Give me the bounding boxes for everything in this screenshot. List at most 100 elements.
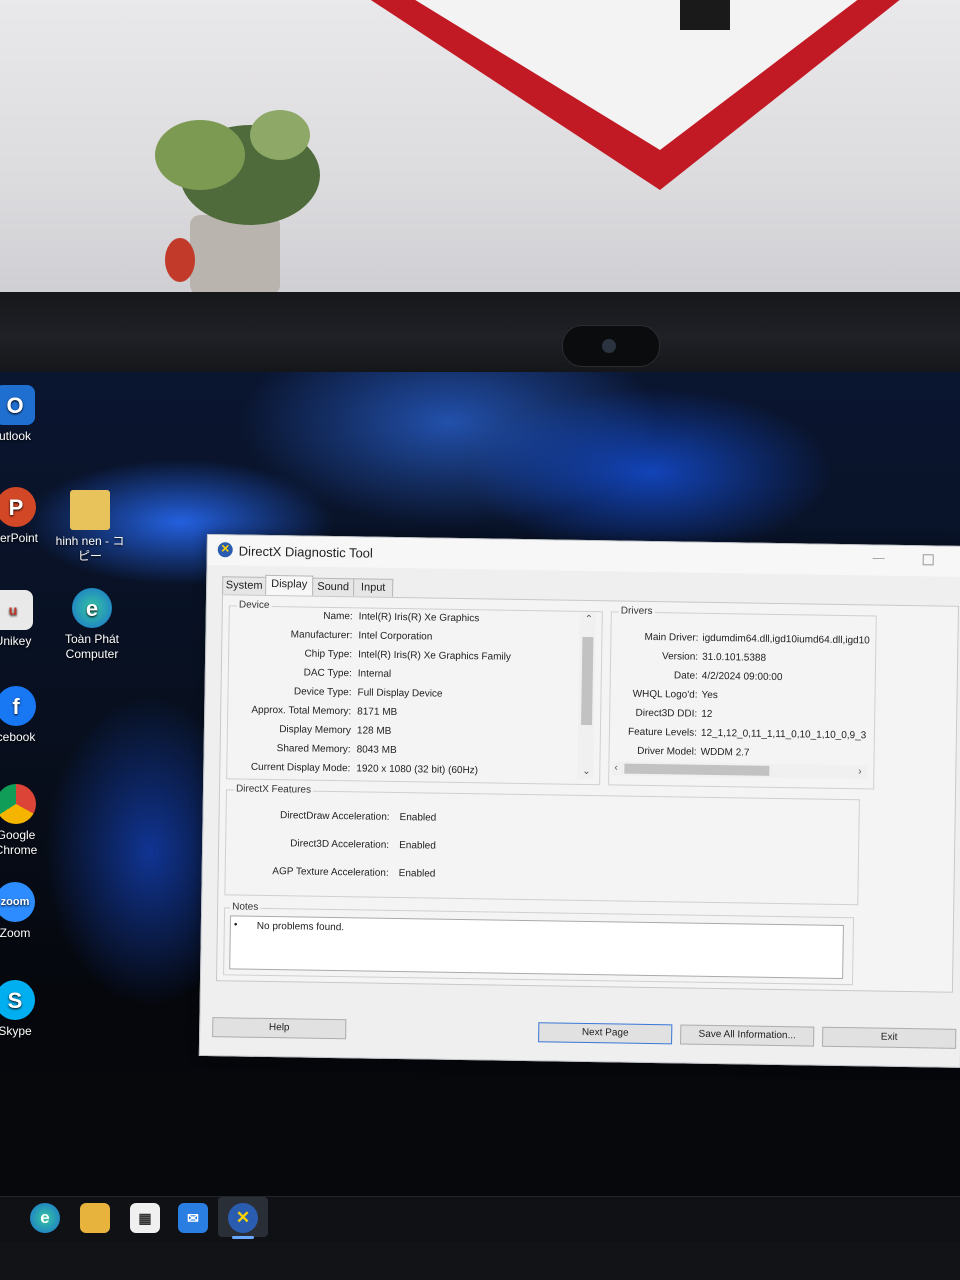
skype-icon: S	[0, 980, 35, 1020]
driver-value: 4/2/2024 09:00:00	[701, 670, 783, 684]
device-value: 1920 x 1080 (32 bit) (60Hz)	[356, 763, 479, 777]
edge-shortcut-icon: e	[72, 588, 112, 628]
display-tab-panel: Device Name: Intel(R) Iris(R) Xe Graphic…	[215, 594, 959, 993]
desktop-icon-zoom[interactable]: zoom Zoom	[0, 882, 42, 941]
notes-textbox[interactable]: • No problems found.	[229, 915, 844, 980]
scroll-down-icon[interactable]: ⌄	[582, 766, 591, 777]
device-value: 8043 MB	[356, 744, 397, 757]
wall-sign	[370, 0, 900, 190]
bullet-icon: •	[233, 919, 238, 931]
directx-taskbar-icon[interactable]: ✕	[228, 1203, 258, 1233]
feature-value: Enabled	[398, 868, 436, 880]
device-value: 8171 MB	[357, 706, 398, 719]
tab-sound[interactable]: Sound	[312, 577, 355, 597]
driver-key: Direct3D DDI:	[635, 707, 698, 720]
window-title: DirectX Diagnostic Tool	[238, 543, 373, 561]
help-button[interactable]: Help	[212, 1017, 347, 1040]
feature-key: DirectDraw Acceleration:	[280, 810, 390, 823]
feature-value: Enabled	[399, 812, 437, 824]
webcam-lens	[602, 339, 616, 353]
desktop-icon-outlook[interactable]: O utlook	[0, 385, 40, 444]
facebook-icon: f	[0, 686, 36, 726]
driver-value: 12	[701, 708, 713, 720]
scroll-left-icon[interactable]: ‹	[614, 762, 618, 773]
device-key: Chip Type:	[304, 648, 353, 661]
features-list: DirectDraw Acceleration: Enabled Direct3…	[223, 595, 958, 879]
device-value: 128 MB	[356, 725, 392, 737]
device-key: Shared Memory:	[276, 743, 351, 756]
driver-key: Version:	[661, 651, 699, 663]
tab-display[interactable]: Display	[265, 574, 314, 596]
edge-taskbar-icon[interactable]: e	[30, 1203, 60, 1233]
desktop-icon-label: Skype	[0, 1024, 32, 1038]
device-value: Intel(R) Iris(R) Xe Graphics	[358, 611, 480, 625]
tab-input[interactable]: Input	[353, 578, 394, 597]
minimize-icon[interactable]: —	[873, 550, 885, 564]
device-key: Approx. Total Memory:	[251, 704, 352, 718]
folder-icon	[70, 490, 110, 530]
desktop-icon-label: Toàn Phát Computer	[64, 632, 120, 661]
desktop-icon-label: Zoom	[0, 926, 31, 940]
desktop-icon-toan-phat[interactable]: e Toàn Phát Computer	[56, 588, 128, 662]
scroll-up-icon[interactable]: ⌃	[585, 614, 594, 625]
desktop-icon-unikey[interactable]: u Unikey	[0, 590, 38, 649]
desktop-icon-chrome[interactable]: Google Chrome	[0, 784, 44, 858]
desktop-icon-label: Google Chrome	[0, 828, 38, 857]
microsoft-store-icon[interactable]: ▦	[130, 1203, 160, 1233]
note-item: No problems found.	[256, 920, 345, 934]
outlook-icon: O	[0, 385, 35, 425]
feature-key: Direct3D Acceleration:	[290, 838, 390, 851]
device-key: Current Display Mode:	[250, 761, 351, 775]
device-key: Display Memory	[279, 724, 352, 737]
device-key: DAC Type:	[303, 667, 352, 680]
feature-value: Enabled	[399, 840, 436, 852]
desktop-icon-label: cebook	[0, 730, 36, 744]
directx-features-label: DirectX Features	[233, 783, 314, 796]
tab-system[interactable]: System	[222, 576, 267, 595]
plant-decoration	[155, 110, 320, 295]
device-key: Name:	[323, 610, 353, 623]
device-key: Device Type:	[293, 686, 352, 699]
desktop-icon-label: utlook	[0, 429, 32, 443]
desktop-icon-label: verPoint	[0, 531, 39, 545]
feature-key: AGP Texture Acceleration:	[272, 866, 389, 879]
device-key: Manufacturer:	[290, 629, 353, 642]
device-value: Full Display Device	[357, 687, 443, 700]
chrome-icon	[0, 784, 36, 824]
laptop-bezel-bottom	[0, 1242, 960, 1280]
next-page-button[interactable]: Next Page	[538, 1022, 673, 1045]
unikey-icon: u	[0, 590, 33, 630]
driver-key: WHQL Logo'd:	[632, 688, 698, 701]
maximize-icon[interactable]	[922, 554, 934, 566]
device-value: Intel Corporation	[358, 630, 433, 643]
exit-button[interactable]: Exit	[822, 1026, 957, 1049]
driver-key: Date:	[673, 670, 698, 682]
directx-diagnostic-dialog: ✕ DirectX Diagnostic Tool — System Displ…	[198, 534, 960, 1068]
desktop-icon-skype[interactable]: S Skype	[0, 980, 42, 1039]
driver-value: WDDM 2.7	[700, 746, 750, 759]
drivers-list: Main Driver: igdumdim64.dll,igd10iumd64.…	[223, 595, 958, 759]
file-explorer-icon[interactable]	[80, 1203, 110, 1233]
desktop-icon-label: hinh nen - コピー	[55, 534, 125, 563]
scroll-right-icon[interactable]: ›	[858, 766, 862, 777]
driver-key: Feature Levels:	[627, 726, 698, 739]
desktop-icon-powerpoint[interactable]: P verPoint	[0, 487, 46, 546]
active-app-indicator	[232, 1236, 254, 1239]
device-scrollbar-thumb[interactable]	[581, 636, 594, 726]
driver-value: 31.0.101.5388	[702, 651, 767, 664]
notes-label: Notes	[230, 901, 261, 913]
powerpoint-icon: P	[0, 487, 36, 527]
laptop-bezel-top	[0, 292, 960, 382]
desktop-icon-hinh-nen[interactable]: hinh nen - コピー	[52, 490, 128, 564]
zoom-icon: zoom	[0, 882, 35, 922]
driver-key: Main Driver:	[644, 631, 699, 644]
device-list: Name: Intel(R) Iris(R) Xe Graphics Manuf…	[223, 595, 958, 776]
device-value: Internal	[357, 668, 392, 680]
desktop-icon-label: Unikey	[0, 634, 32, 648]
save-all-information-button[interactable]: Save All Information...	[680, 1024, 815, 1047]
driver-value: Yes	[701, 689, 718, 702]
directx-icon: ✕	[217, 542, 233, 558]
driver-key: Driver Model:	[637, 745, 697, 758]
desktop-icon-facebook[interactable]: f cebook	[0, 686, 44, 745]
mail-icon[interactable]: ✉	[178, 1203, 208, 1233]
